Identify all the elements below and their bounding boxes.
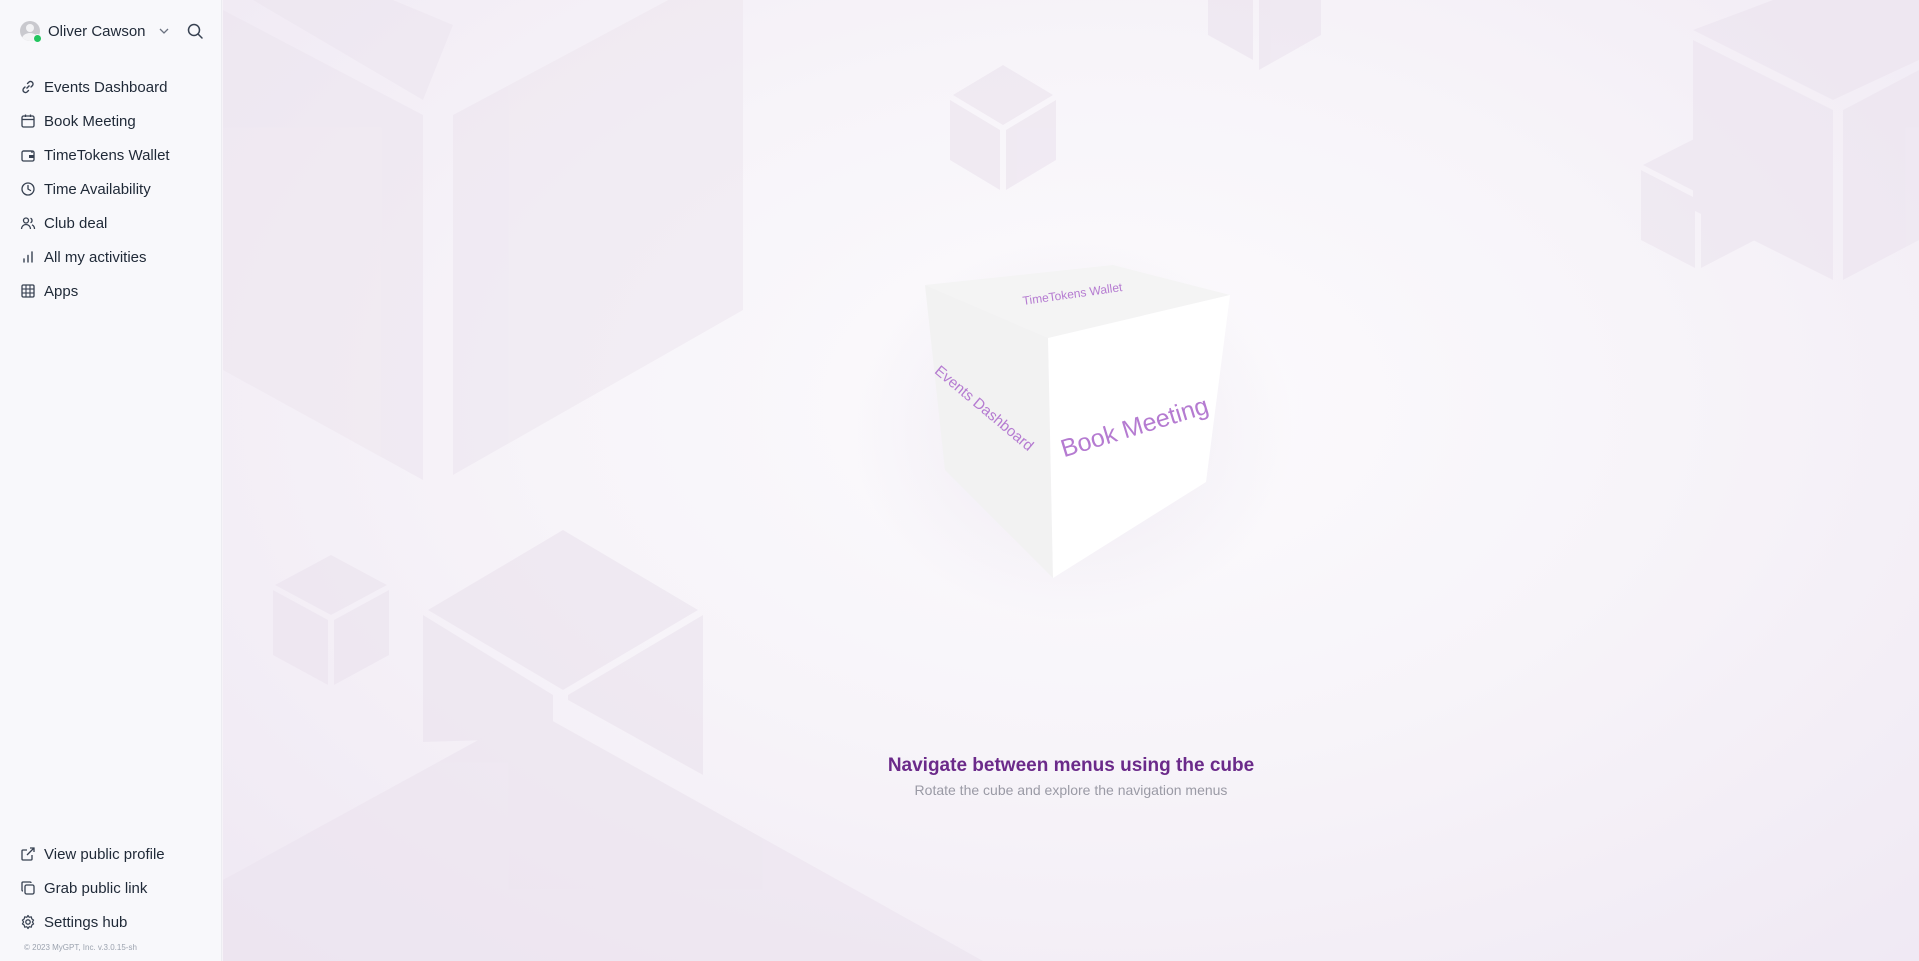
nav-item-view-public-profile[interactable]: View public profile: [20, 837, 210, 871]
nav-item-label: Book Meeting: [44, 112, 136, 130]
cube-instruction-title: Navigate between menus using the cube: [887, 755, 1255, 776]
nav-item-label: Apps: [44, 282, 79, 300]
nav-item-events-dashboard[interactable]: Events Dashboard: [20, 70, 210, 104]
user-name: Oliver Cawson: [48, 22, 146, 40]
nav-item-book-meeting[interactable]: Book Meeting: [20, 104, 210, 138]
copy-icon: [21, 881, 35, 895]
nav-item-label: TimeTokens Wallet: [44, 146, 170, 164]
gear-icon: [21, 914, 35, 930]
user-menu[interactable]: Oliver Cawson: [20, 20, 205, 42]
calendar-icon: [21, 114, 35, 128]
sidebar: Oliver Cawson Events Dashboard Book Meet…: [0, 0, 222, 961]
nav-item-grab-public-link[interactable]: Grab public link: [20, 871, 210, 905]
nav-item-apps[interactable]: Apps: [20, 274, 210, 308]
nav-item-club-deal[interactable]: Club deal: [20, 206, 210, 240]
nav-item-label: Club deal: [44, 214, 108, 232]
nav-item-timetokens-wallet[interactable]: TimeTokens Wallet: [20, 138, 210, 172]
bar-chart-icon: [23, 251, 33, 263]
bottom-nav: View public profile Grab public link Set…: [20, 837, 210, 939]
nav-item-label: Grab public link: [44, 879, 148, 897]
nav-item-label: All my activities: [44, 248, 147, 266]
link-icon: [22, 80, 34, 94]
main-nav: Events Dashboard Book Meeting TimeTokens…: [20, 70, 210, 308]
nav-item-settings-hub[interactable]: Settings hub: [20, 905, 210, 939]
clock-icon: [21, 182, 35, 196]
nav-item-time-availability[interactable]: Time Availability: [20, 172, 210, 206]
wallet-icon: [21, 150, 35, 162]
nav-item-label: Events Dashboard: [44, 78, 168, 96]
nav-item-label: Settings hub: [44, 913, 128, 931]
external-link-icon: [21, 847, 35, 861]
grid-icon: [21, 284, 35, 298]
nav-item-label: View public profile: [44, 845, 165, 863]
users-icon: [20, 217, 36, 230]
online-status-dot: [33, 34, 42, 43]
nav-item-label: Time Availability: [44, 180, 151, 198]
cube-navigation-area: TimeTokens Wallet Events Dashboard Book …: [223, 0, 1919, 961]
cube-instruction-subtitle: Rotate the cube and explore the navigati…: [914, 782, 1228, 798]
navigation-cube[interactable]: TimeTokens Wallet Events Dashboard Book …: [223, 0, 1919, 961]
chevron-down-icon: [159, 28, 168, 34]
copyright-footer: © 2023 MyGPT, Inc. v.3.0.15-sh: [24, 943, 137, 952]
search-icon[interactable]: [186, 22, 204, 40]
nav-item-all-my-activities[interactable]: All my activities: [20, 240, 210, 274]
